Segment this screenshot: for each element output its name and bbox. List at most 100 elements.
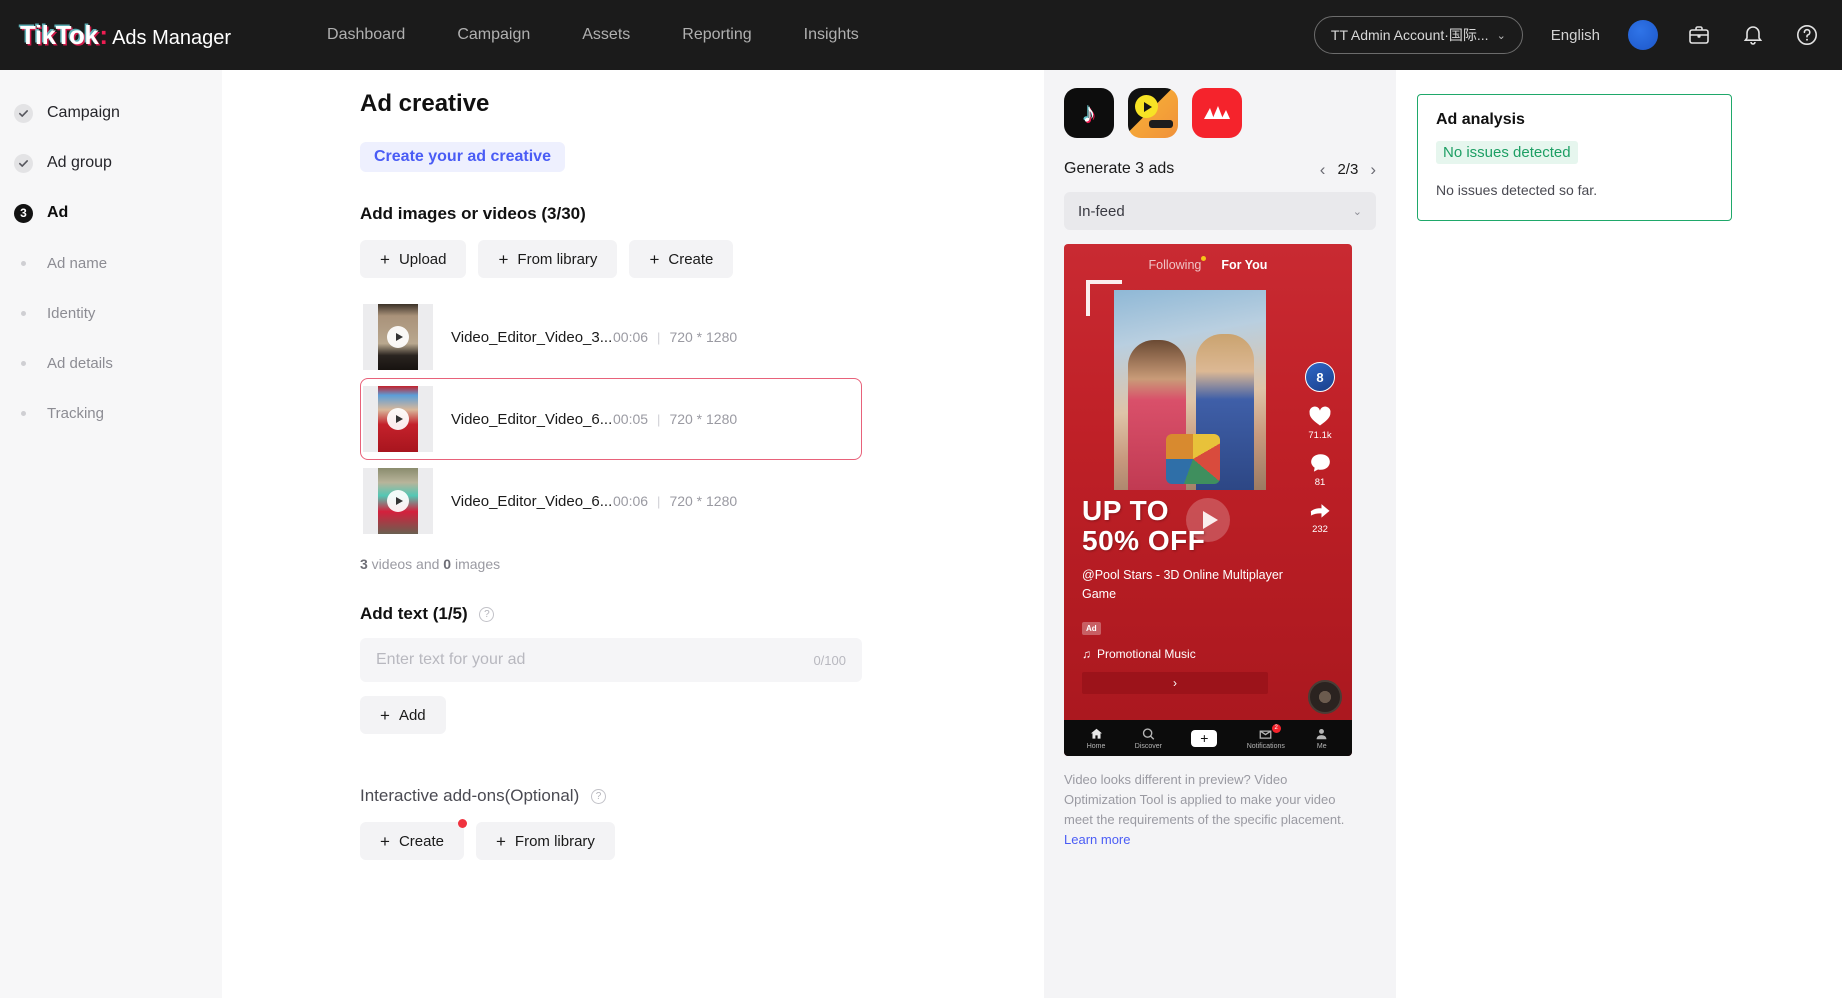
app-icon-row: ♪ bbox=[1064, 88, 1376, 138]
video-thumbnail[interactable] bbox=[363, 468, 433, 534]
chevron-left-icon[interactable]: ‹ bbox=[1320, 161, 1326, 178]
upload-button[interactable]: + Upload bbox=[360, 240, 467, 278]
heart-icon[interactable] bbox=[1308, 405, 1332, 427]
meta-separator: | bbox=[657, 329, 661, 345]
sidebar-item-tracking[interactable]: Tracking bbox=[0, 388, 222, 438]
sidebar-step-campaign[interactable]: Campaign bbox=[0, 88, 222, 138]
video-name: Video_Editor_Video_6... bbox=[451, 410, 613, 428]
nav-me[interactable]: Me bbox=[1314, 727, 1329, 750]
ad-analysis-card: Ad analysis No issues detected No issues… bbox=[1417, 94, 1732, 221]
tiktok-ads-manager-logo[interactable]: TikTok : Ads Manager bbox=[20, 20, 231, 51]
nav-home[interactable]: Home bbox=[1087, 727, 1105, 750]
meta-separator: | bbox=[657, 493, 661, 509]
ad-creative-image bbox=[1114, 290, 1266, 490]
tab-dot-icon bbox=[1201, 256, 1207, 261]
placement-select-value: In-feed bbox=[1078, 202, 1125, 220]
upload-button-label: Upload bbox=[398, 250, 447, 268]
nav-create[interactable]: + bbox=[1188, 729, 1220, 747]
placement-select[interactable]: In-feed ⌄ bbox=[1064, 192, 1376, 230]
create-your-ad-creative-link[interactable]: Create your ad creative bbox=[360, 142, 565, 172]
person-icon bbox=[1316, 728, 1327, 739]
notifications-bell-icon[interactable] bbox=[1740, 22, 1766, 48]
nav-item-reporting[interactable]: Reporting bbox=[656, 0, 777, 70]
nav-notifications[interactable]: 2 Notifications bbox=[1246, 723, 1285, 750]
ad-text-field-wrap[interactable]: 0/100 bbox=[360, 638, 862, 682]
media-section-title-text: Add images or videos (3/30) bbox=[360, 204, 586, 223]
sidebar-item-ad-name[interactable]: Ad name bbox=[0, 238, 222, 288]
ad-analysis-body: No issues detected so far. bbox=[1436, 182, 1598, 198]
briefcase-icon[interactable] bbox=[1686, 22, 1712, 48]
music-note-icon: ♫ bbox=[1082, 647, 1091, 661]
nav-notifications-label: Notifications bbox=[1246, 742, 1285, 750]
table-row[interactable]: Video_Editor_Video_3... 00:06 | 720 * 12… bbox=[360, 296, 862, 378]
help-icon[interactable] bbox=[1794, 22, 1820, 48]
create-media-button[interactable]: + Create bbox=[629, 240, 734, 278]
chevron-right-icon[interactable]: › bbox=[1370, 161, 1376, 178]
comment-icon[interactable] bbox=[1309, 452, 1332, 474]
tiktok-app-icon[interactable]: ♪ bbox=[1064, 88, 1114, 138]
text-section-title: Add text (1/5) ? bbox=[360, 604, 1044, 624]
table-row[interactable]: Video_Editor_Video_6... 00:06 | 720 * 12… bbox=[360, 460, 862, 542]
summary-mid-text: videos and bbox=[367, 556, 444, 572]
pangle-glyph bbox=[1204, 106, 1230, 119]
video-thumbnail[interactable] bbox=[363, 304, 433, 370]
check-circle-icon bbox=[14, 103, 33, 123]
plus-icon: + bbox=[649, 249, 660, 269]
phone-top-tabs: Following For You bbox=[1064, 256, 1352, 272]
nav-item-insights[interactable]: Insights bbox=[778, 0, 885, 70]
add-text-button[interactable]: + Add bbox=[360, 696, 446, 734]
sidebar-step-ad-group[interactable]: Ad group bbox=[0, 138, 222, 188]
bullet-dot-icon bbox=[14, 410, 33, 416]
video-thumbnail[interactable] bbox=[363, 386, 433, 452]
learn-more-link[interactable]: Learn more bbox=[1064, 832, 1130, 847]
table-row[interactable]: Video_Editor_Video_6... 00:05 | 720 * 12… bbox=[360, 378, 862, 460]
sidebar-step-label: Ad group bbox=[47, 154, 112, 171]
search-icon bbox=[1142, 727, 1155, 740]
cta-button[interactable]: › bbox=[1082, 672, 1268, 694]
nav-item-dashboard[interactable]: Dashboard bbox=[301, 0, 431, 70]
tab-following[interactable]: Following bbox=[1149, 256, 1207, 272]
language-selector[interactable]: English bbox=[1551, 27, 1600, 44]
sidebar-step-label: Ad bbox=[47, 204, 69, 221]
add-text-button-wrap: + Add bbox=[360, 696, 1044, 734]
notification-dot-icon bbox=[457, 819, 467, 828]
account-selector[interactable]: TT Admin Account·国际... ⌄ bbox=[1313, 16, 1523, 54]
header-actions: TT Admin Account·国际... ⌄ English bbox=[1313, 16, 1820, 54]
from-library-button[interactable]: + From library bbox=[478, 240, 618, 278]
nav-item-assets[interactable]: Assets bbox=[556, 0, 656, 70]
help-circle-icon[interactable]: ? bbox=[479, 607, 495, 622]
create-addon-button[interactable]: + Create bbox=[360, 819, 467, 860]
create-creative-link-wrap: Create your ad creative bbox=[360, 142, 1044, 172]
media-buttons-row: + Upload + From library + Create bbox=[360, 240, 1044, 278]
yellow-video-app-icon[interactable] bbox=[1128, 88, 1178, 138]
sidebar-item-identity[interactable]: Identity bbox=[0, 288, 222, 338]
sidebar-subitem-label: Tracking bbox=[47, 404, 104, 422]
sidebar-step-ad[interactable]: 3 Ad bbox=[0, 188, 222, 238]
addon-from-library-button[interactable]: + From library bbox=[475, 822, 615, 860]
nav-discover[interactable]: Discover bbox=[1135, 727, 1162, 750]
nav-discover-label: Discover bbox=[1134, 742, 1162, 750]
video-name: Video_Editor_Video_6... bbox=[451, 492, 613, 510]
plus-icon: + bbox=[380, 249, 390, 269]
sidebar-subitem-label: Ad name bbox=[47, 254, 108, 272]
sidebar-item-ad-details[interactable]: Ad details bbox=[0, 338, 222, 388]
addons-optional-text: (Optional) bbox=[504, 786, 580, 805]
video-dimensions: 720 * 1280 bbox=[669, 492, 738, 509]
video-name: Video_Editor_Video_3... bbox=[451, 328, 613, 346]
share-icon[interactable] bbox=[1308, 499, 1332, 521]
sidebar-subitem-label: Ad details bbox=[47, 354, 113, 372]
nav-item-campaign[interactable]: Campaign bbox=[431, 0, 556, 70]
plus-icon: + bbox=[1188, 729, 1220, 747]
preview-panel: ♪ Generate 3 ads ‹ 2/3 › In-feed ⌄ Follo… bbox=[1044, 70, 1396, 998]
addon-from-library-button-label: From library bbox=[514, 832, 595, 850]
preview-note: Video looks different in preview? Video … bbox=[1064, 770, 1352, 851]
video-meta: Video_Editor_Video_6... 00:05 | 720 * 12… bbox=[451, 411, 737, 428]
profile-avatar-badge[interactable]: 8 bbox=[1305, 362, 1335, 392]
avatar[interactable] bbox=[1628, 20, 1658, 50]
main-nav: Dashboard Campaign Assets Reporting Insi… bbox=[301, 0, 885, 70]
help-circle-icon[interactable]: ? bbox=[590, 789, 606, 804]
red-pangle-app-icon[interactable] bbox=[1192, 88, 1242, 138]
ad-text-input[interactable] bbox=[376, 651, 804, 669]
tab-for-you[interactable]: For You bbox=[1221, 258, 1267, 272]
ad-badge: Ad bbox=[1082, 622, 1101, 635]
